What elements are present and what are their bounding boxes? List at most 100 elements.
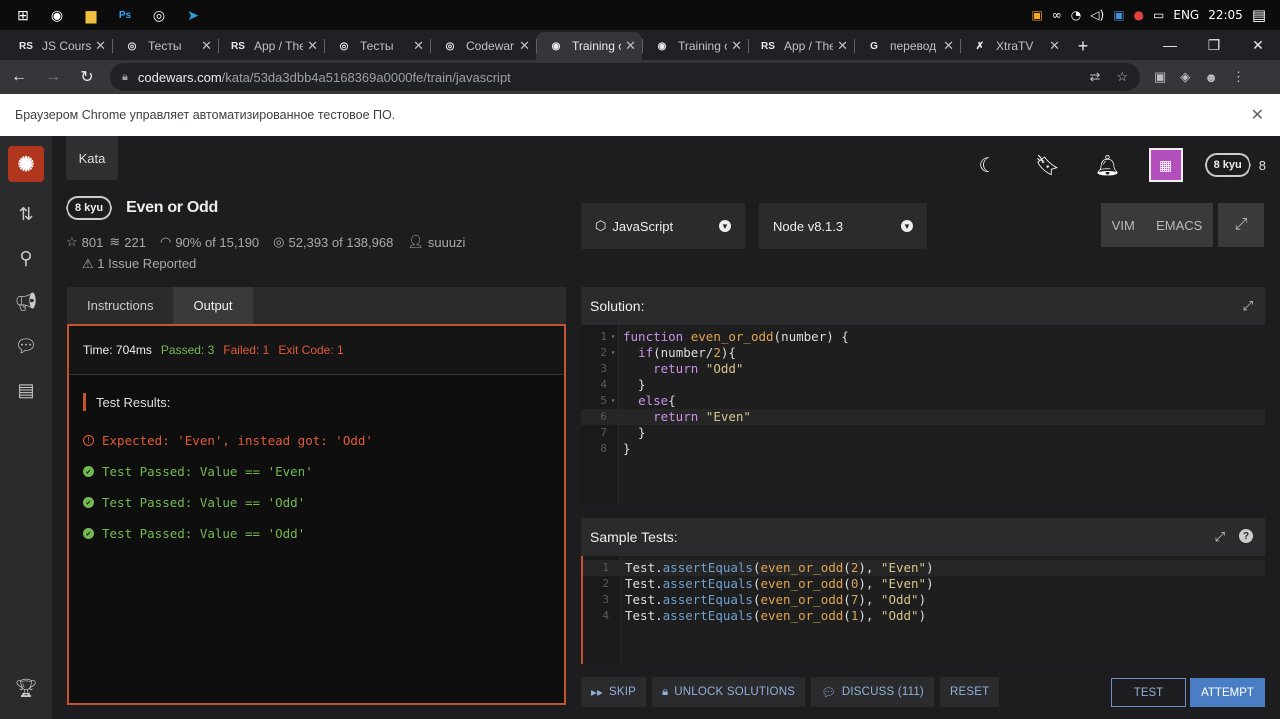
bookmark-star-icon[interactable]: ☆	[1116, 69, 1128, 85]
help-icon[interactable]: ?	[1239, 529, 1253, 543]
bookmark-icon[interactable]: 🔖︎	[1029, 153, 1067, 178]
telegram-icon[interactable]: ➤	[182, 4, 204, 26]
chat-icon[interactable]: 💬︎	[0, 324, 52, 368]
tab-close-icon[interactable]: ✕	[413, 38, 424, 54]
unlock-solutions-button[interactable]: 🔒︎ UNLOCK SOLUTIONS	[651, 677, 806, 707]
community-icon[interactable]: ⚲	[0, 236, 52, 280]
practice-icon[interactable]: ⇅	[0, 192, 52, 236]
windows-start-icon[interactable]: ⊞	[12, 4, 34, 26]
tray-lang[interactable]: ENG	[1173, 8, 1199, 22]
tray-icon-3[interactable]: ●	[1134, 8, 1144, 22]
volume-icon[interactable]: ◁)	[1090, 8, 1104, 22]
tab-close-icon[interactable]: ✕	[1049, 38, 1060, 54]
tab-close-icon[interactable]: ✕	[837, 38, 848, 54]
code-line[interactable]: 1 Test.assertEquals(even_or_odd(2), "Even…	[583, 560, 1265, 576]
url-bar[interactable]: 🔒︎ codewars.com/kata/53da3dbb4a5168369a0…	[110, 63, 1140, 91]
announcements-icon[interactable]: 📢︎	[0, 280, 52, 324]
photoshop-icon[interactable]: Ps	[114, 4, 136, 26]
issues-link[interactable]: ⚠ 1 Issue Reported	[82, 256, 566, 272]
code-line[interactable]: 3 Test.assertEquals(even_or_odd(7), "Odd"…	[583, 592, 1265, 608]
version-select[interactable]: Node v8.1.3 ▼	[759, 203, 927, 249]
tab-close-icon[interactable]: ✕	[519, 38, 530, 54]
tab-close-icon[interactable]: ✕	[95, 38, 106, 54]
codewars-logo-icon[interactable]: ✺	[8, 146, 44, 182]
stars-stat[interactable]: ☆ 801	[66, 234, 103, 250]
emacs-mode-button[interactable]: EMACS	[1156, 218, 1202, 233]
vim-mode-button[interactable]: VIM	[1112, 218, 1135, 233]
fold-icon[interactable]: ▾	[607, 345, 619, 361]
code-line[interactable]: 2 ▾ if(number/2){	[581, 345, 1265, 361]
code-line[interactable]: 1 ▾ function even_or_odd(number) {	[581, 329, 1265, 345]
code-line[interactable]: 5 ▾ else{	[581, 393, 1265, 409]
solution-editor[interactable]: 1 ▾ function even_or_odd(number) {2 ▾ if(nu…	[581, 325, 1265, 505]
link-icon[interactable]: ∞	[1052, 8, 1062, 22]
leaderboard-trophy-icon[interactable]: 🏆︎	[0, 666, 52, 710]
chrome-icon[interactable]: ◉	[46, 4, 68, 26]
menu-dots-icon[interactable]: ⋮	[1232, 69, 1245, 85]
code-line[interactable]: 6 return "Even"	[581, 409, 1265, 425]
close-window-icon[interactable]: ✕	[1236, 30, 1280, 60]
fold-icon[interactable]: ▾	[607, 329, 619, 345]
tab-close-icon[interactable]: ✕	[731, 38, 742, 54]
browser-tab[interactable]: RS JS Course✕	[6, 32, 112, 60]
notifications-icon[interactable]: ▤	[1252, 6, 1266, 24]
expand-icon[interactable]: ⤢	[1215, 529, 1225, 545]
docs-icon[interactable]: ▤	[0, 368, 52, 412]
back-button[interactable]: ←	[4, 62, 34, 92]
browser-tab[interactable]: RS App / The ✕	[748, 32, 854, 60]
browser-tab[interactable]: ◎ Codewar ✕	[430, 32, 536, 60]
profile-avatar-icon[interactable]: ☻	[1204, 70, 1218, 85]
infobar-close-icon[interactable]: ✕	[1251, 105, 1264, 125]
code-line[interactable]: 2 Test.assertEquals(even_or_odd(0), "Even…	[583, 576, 1265, 592]
fullscreen-icon[interactable]: ⤢	[1218, 203, 1264, 247]
new-tab-button[interactable]: +	[1066, 32, 1100, 60]
forward-button[interactable]: →	[38, 62, 68, 92]
attempt-button[interactable]: ATTEMPT	[1190, 678, 1265, 707]
tab-close-icon[interactable]: ✕	[943, 38, 954, 54]
tray-icon-2[interactable]: ▣	[1113, 8, 1124, 22]
folder-icon[interactable]: ▆	[80, 4, 102, 26]
battery-icon[interactable]: ▭	[1153, 8, 1164, 22]
language-select[interactable]: ⬡ JavaScript ▼	[581, 203, 745, 249]
extension-g-icon[interactable]: ▣	[1154, 69, 1166, 85]
collections-stat[interactable]: ≋ 221	[109, 234, 146, 250]
browser-tab[interactable]: ✗ XtraTV ✕	[960, 32, 1066, 60]
notifications-bell-icon[interactable]: 🔔︎	[1089, 153, 1127, 178]
code-line[interactable]: 4 Test.assertEquals(even_or_odd(1), "Odd"…	[583, 608, 1265, 624]
user-avatar[interactable]: ▦	[1148, 148, 1183, 182]
code-line[interactable]: 3 return "Odd"	[581, 361, 1265, 377]
dark-mode-moon-icon[interactable]: ☾	[969, 153, 1007, 178]
lock-icon[interactable]: 🔒︎	[122, 71, 128, 84]
browser-tab[interactable]: RS App / The ✕	[218, 32, 324, 60]
code-line[interactable]: 7 }	[581, 425, 1265, 441]
app-icon[interactable]: ◎	[148, 4, 170, 26]
tab-output[interactable]: Output	[173, 287, 253, 324]
test-button[interactable]: TEST	[1111, 678, 1186, 707]
extension-shield-icon[interactable]: ◈	[1180, 69, 1190, 85]
tab-close-icon[interactable]: ✕	[201, 38, 212, 54]
code-line[interactable]: 4 }	[581, 377, 1265, 393]
browser-tab[interactable]: Gперевод ✕	[854, 32, 960, 60]
tab-close-icon[interactable]: ✕	[625, 38, 636, 54]
maximize-icon[interactable]: ❐	[1192, 30, 1236, 60]
tab-instructions[interactable]: Instructions	[67, 287, 173, 324]
network-icon[interactable]: ◔	[1071, 8, 1081, 22]
browser-tab[interactable]: ◎ Тесты ✕	[324, 32, 430, 60]
code-line[interactable]: 8}	[581, 441, 1265, 457]
reload-button[interactable]: ↻	[72, 62, 102, 92]
fold-icon[interactable]: ▾	[607, 393, 619, 409]
tab-close-icon[interactable]: ✕	[307, 38, 318, 54]
browser-tab[interactable]: ◉ Training c ✕	[642, 32, 748, 60]
translate-icon[interactable]: ⇄	[1089, 69, 1100, 85]
skip-button[interactable]: ▸▸ SKIP	[581, 677, 646, 707]
discuss-button[interactable]: 💬︎ DISCUSS (111)	[811, 677, 934, 707]
sample-tests-editor[interactable]: 1 Test.assertEquals(even_or_odd(2), "Even…	[581, 556, 1265, 664]
browser-tab[interactable]: ◉ Training c ✕	[536, 32, 642, 60]
browser-tab[interactable]: ◎ Тесты ✕	[112, 32, 218, 60]
reset-button[interactable]: RESET	[939, 677, 1000, 707]
kata-nav-tab[interactable]: Kata	[66, 136, 118, 180]
tray-clock[interactable]: 22:05	[1208, 8, 1243, 22]
minimize-icon[interactable]: —	[1148, 30, 1192, 60]
expand-icon[interactable]: ⤢	[1243, 298, 1253, 314]
author-stat[interactable]: 👤︎ suuuzi	[407, 234, 465, 250]
